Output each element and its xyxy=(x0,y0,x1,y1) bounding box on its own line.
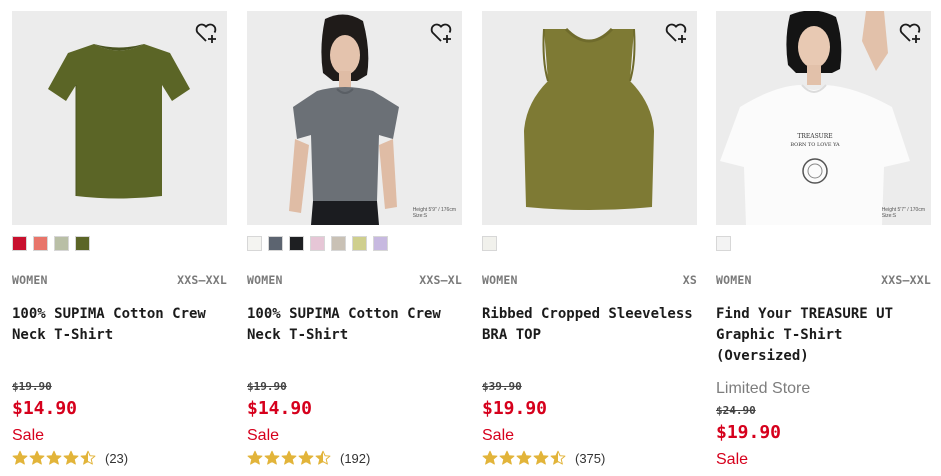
add-to-wishlist-icon[interactable] xyxy=(663,20,689,46)
product-name-line: Ribbed Cropped Sleeveless xyxy=(482,306,693,322)
sale-price: $19.90 xyxy=(482,398,548,419)
sale-price: $14.90 xyxy=(247,398,313,419)
product-image[interactable] xyxy=(12,11,227,225)
original-price: $19.90 xyxy=(247,380,287,393)
color-swatch[interactable] xyxy=(33,236,48,251)
shirt-print-text: TREASURE xyxy=(797,133,832,140)
product-name[interactable]: 100% SUPIMA Cotton Crew Neck T-Shirt xyxy=(247,304,462,346)
star-icon xyxy=(281,450,297,465)
star-rating: (375) xyxy=(482,449,605,467)
product-name[interactable]: 100% SUPIMA Cotton Crew Neck T-Shirt xyxy=(12,304,227,346)
sale-price: $19.90 xyxy=(716,422,782,443)
add-to-wishlist-icon[interactable] xyxy=(897,20,923,46)
product-name-line: Neck T-Shirt xyxy=(12,327,114,343)
add-to-wishlist-icon[interactable] xyxy=(428,20,454,46)
gender-label: WOMEN xyxy=(716,273,752,287)
product-meta: WOMEN XS xyxy=(482,273,697,287)
product-name[interactable]: Find Your TREASURE UT Graphic T-Shirt (O… xyxy=(716,304,931,367)
sale-label: Sale xyxy=(12,427,45,444)
star-icon xyxy=(533,450,549,465)
model-size-note: Height 5'9" / 176cm Size:S xyxy=(412,207,456,219)
star-icon xyxy=(247,450,263,465)
star-icon xyxy=(516,450,532,465)
product-grid: WOMEN XXS–XXL 100% SUPIMA Cotton Crew Ne… xyxy=(0,0,941,476)
review-count[interactable]: (192) xyxy=(340,451,370,466)
product-image[interactable]: Height 5'9" / 176cm Size:S xyxy=(247,11,462,225)
product-meta: WOMEN XXS–XL xyxy=(247,273,462,287)
review-count[interactable]: (23) xyxy=(105,451,128,466)
color-swatch[interactable] xyxy=(716,236,731,251)
color-swatch[interactable] xyxy=(54,236,69,251)
product-card[interactable]: WOMEN XXS–XXL 100% SUPIMA Cotton Crew Ne… xyxy=(12,0,228,476)
gender-label: WOMEN xyxy=(247,273,283,287)
product-meta: WOMEN XXS–XXL xyxy=(716,273,931,287)
color-swatch[interactable] xyxy=(352,236,367,251)
product-name-line: Find Your TREASURE UT xyxy=(716,306,894,322)
color-swatch[interactable] xyxy=(331,236,346,251)
size-range: XXS–XXL xyxy=(177,273,227,287)
size-range: XXS–XL xyxy=(419,273,462,287)
color-swatches xyxy=(716,236,731,252)
product-name-line: 100% SUPIMA Cotton Crew xyxy=(12,306,206,322)
star-icon xyxy=(63,450,79,465)
product-card[interactable]: Height 5'9" / 176cm Size:S WOMEN XXS–XL … xyxy=(247,0,463,476)
product-name-line: BRA TOP xyxy=(482,327,542,343)
star-icon xyxy=(264,450,280,465)
color-swatches xyxy=(247,236,388,252)
star-icon xyxy=(315,450,331,465)
color-swatch[interactable] xyxy=(12,236,27,251)
color-swatches xyxy=(482,236,497,252)
original-price: $24.90 xyxy=(716,404,756,417)
color-swatch[interactable] xyxy=(247,236,262,251)
color-swatch[interactable] xyxy=(289,236,304,251)
product-name-line: Graphic T-Shirt (Oversized) xyxy=(716,327,843,364)
sale-price: $14.90 xyxy=(12,398,78,419)
star-icon xyxy=(46,450,62,465)
sale-label: Sale xyxy=(482,427,515,444)
product-name-line: Neck T-Shirt xyxy=(247,327,349,343)
product-name-line: 100% SUPIMA Cotton Crew xyxy=(247,306,441,322)
color-swatches xyxy=(12,236,90,252)
gender-label: WOMEN xyxy=(482,273,518,287)
star-rating: (23) xyxy=(12,449,128,467)
star-icon xyxy=(29,450,45,465)
color-swatch[interactable] xyxy=(310,236,325,251)
sale-label: Sale xyxy=(716,451,749,468)
color-swatch[interactable] xyxy=(268,236,283,251)
product-card[interactable]: WOMEN XS Ribbed Cropped Sleeveless BRA T… xyxy=(482,0,698,476)
color-swatch[interactable] xyxy=(482,236,497,251)
star-icon xyxy=(550,450,566,465)
store-availability: Limited Store xyxy=(716,380,811,397)
original-price: $19.90 xyxy=(12,380,52,393)
sale-label: Sale xyxy=(247,427,280,444)
original-price: $39.90 xyxy=(482,380,522,393)
star-rating: (192) xyxy=(247,449,370,467)
review-count[interactable]: (375) xyxy=(575,451,605,466)
product-name[interactable]: Ribbed Cropped Sleeveless BRA TOP xyxy=(482,304,697,346)
model-size-note: Height 5'7" / 170cm Size:S xyxy=(881,207,925,219)
shirt-print-text: BORN TO LOVE YA xyxy=(790,142,840,148)
color-swatch[interactable] xyxy=(75,236,90,251)
color-swatch[interactable] xyxy=(373,236,388,251)
product-meta: WOMEN XXS–XXL xyxy=(12,273,227,287)
product-image[interactable]: TREASURE BORN TO LOVE YA Height 5'7" / 1… xyxy=(716,11,931,225)
star-icon xyxy=(499,450,515,465)
product-card[interactable]: TREASURE BORN TO LOVE YA Height 5'7" / 1… xyxy=(716,0,932,476)
star-icon xyxy=(298,450,314,465)
size-range: XXS–XXL xyxy=(881,273,931,287)
gender-label: WOMEN xyxy=(12,273,48,287)
product-image[interactable] xyxy=(482,11,697,225)
add-to-wishlist-icon[interactable] xyxy=(193,20,219,46)
star-icon xyxy=(80,450,96,465)
star-icon xyxy=(482,450,498,465)
size-range: XS xyxy=(682,273,697,287)
star-icon xyxy=(12,450,28,465)
